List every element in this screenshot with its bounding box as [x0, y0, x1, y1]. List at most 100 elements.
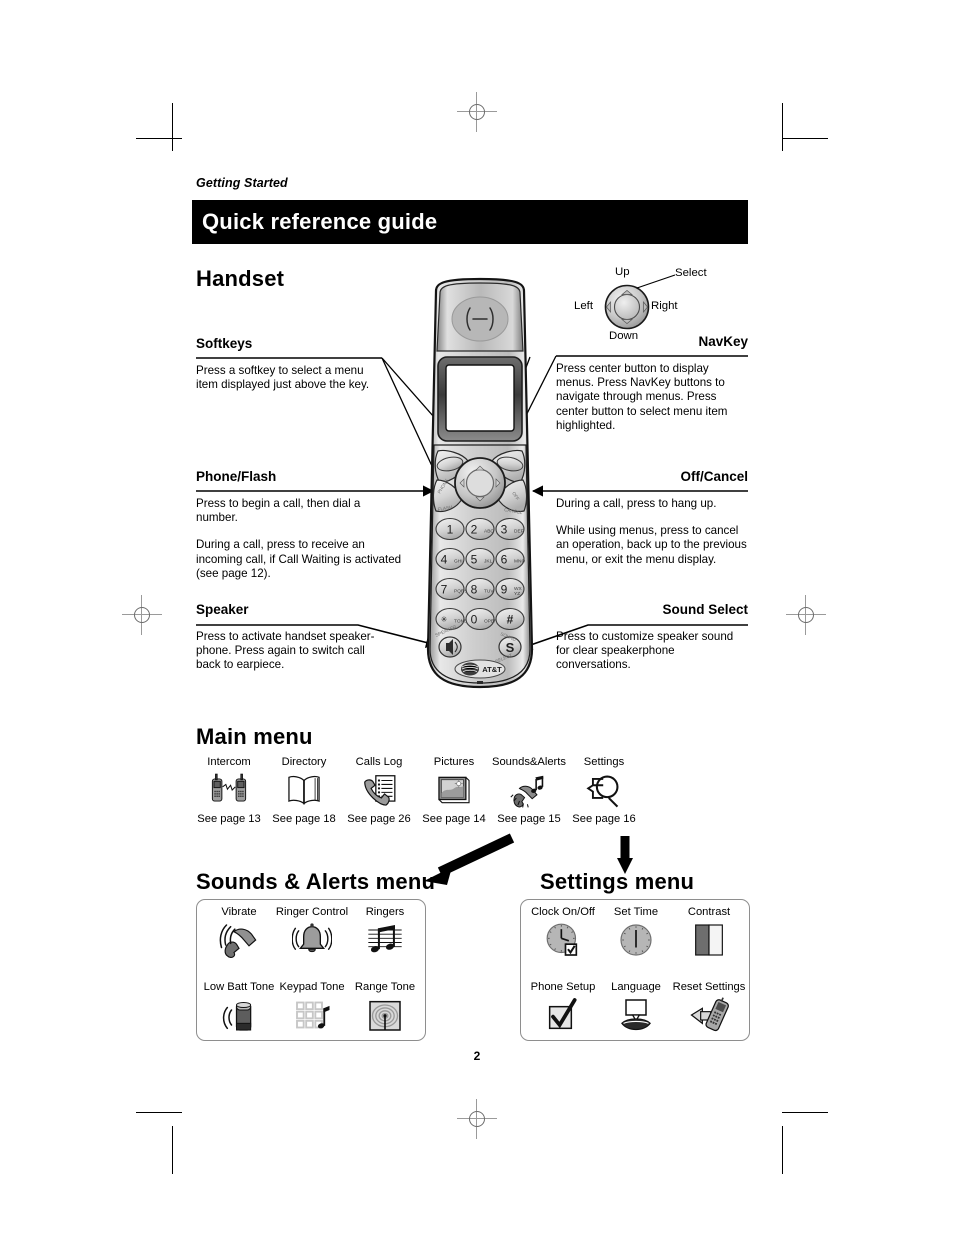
svg-text:ABC: ABC — [484, 529, 494, 535]
callout-speaker-text-1: Press to activate handset speaker-phone.… — [196, 630, 375, 672]
keypad-tone-icon — [296, 1001, 330, 1029]
crop-mark-top-left-h — [136, 138, 182, 139]
navkey-label-right: Right — [651, 300, 678, 312]
settings-menu-item-label: Contrast — [687, 906, 731, 918]
settings-menu-box: Clock On/Off Set Time Contrast Phone Set… — [520, 899, 750, 1041]
callout-phone-flash-heading: Phone/Flash — [196, 469, 277, 484]
callout-off-cancel: Off/Cancel During a call, press to hang … — [556, 469, 748, 567]
callout-speaker: Speaker Press to activate handset speake… — [196, 602, 392, 673]
main-menu-item[interactable]: Settings See page 16 — [558, 756, 650, 825]
svg-text:0: 0 — [471, 613, 478, 627]
svg-text:✳: ✳ — [441, 615, 448, 624]
crop-mark-bottom-left-v — [172, 1126, 173, 1174]
svg-text:1: 1 — [447, 523, 454, 537]
sounds-alerts-icon — [510, 775, 544, 808]
section-title-settings-menu: Settings menu — [540, 869, 695, 894]
sounds-alerts-menu-item[interactable]: Ringers — [342, 906, 428, 966]
svg-text:5: 5 — [471, 553, 478, 567]
registration-mark-right — [786, 595, 826, 635]
pictures-icon — [438, 776, 470, 804]
svg-text:MNO: MNO — [514, 559, 525, 565]
callout-sound-select-heading: Sound Select — [662, 602, 748, 617]
sounds-alerts-menu-item-icon-wrap — [342, 995, 428, 1041]
range-tone-icon — [369, 1000, 401, 1031]
svg-text:#: # — [507, 613, 514, 627]
svg-text:JKL: JKL — [484, 559, 493, 565]
crop-mark-top-right-v — [782, 103, 783, 151]
settings-menu-item-icon-wrap — [666, 995, 752, 1041]
section-title-sounds-menu: Sounds & Alerts menu — [196, 869, 436, 894]
main-menu-item-page-ref: See page 16 — [572, 813, 636, 825]
section-title-main-menu: Main menu — [196, 724, 313, 749]
svg-text:4: 4 — [441, 553, 448, 567]
crop-mark-bottom-right-v — [782, 1126, 783, 1174]
handset-brand-text: AT&T — [482, 665, 502, 674]
callout-off-cancel-heading: Off/Cancel — [680, 469, 748, 484]
navkey-label-up: Up — [615, 266, 630, 278]
page-title-bar: Quick reference guide — [192, 200, 748, 244]
crop-mark-bottom-right-h — [782, 1112, 828, 1113]
svg-text:6: 6 — [501, 553, 508, 567]
section-title-handset: Handset — [196, 266, 285, 291]
settings-menu-item-label: Reset Settings — [672, 981, 746, 993]
ringers-icon — [368, 925, 402, 953]
callout-sound-select-text-1: Press to customize speaker sound for cle… — [556, 630, 734, 672]
sounds-alerts-menu-item[interactable]: Range Tone — [342, 981, 428, 1041]
callout-phone-flash: Phone/Flash Press to begin a call, then … — [196, 469, 402, 581]
svg-text:3: 3 — [501, 523, 508, 537]
callout-phone-flash-text-2: During a call, press to receive an incom… — [196, 538, 402, 580]
page-canvas: Getting Started Quick reference guide Ha… — [0, 0, 954, 1235]
callout-off-cancel-text-2: While using menus, press to cancel an op… — [556, 524, 747, 566]
intercom-icon — [211, 773, 247, 802]
callout-navkey-heading: NavKey — [698, 334, 748, 349]
crop-mark-top-right-h — [782, 138, 828, 139]
callout-speaker-heading: Speaker — [196, 602, 249, 617]
set-time-icon — [620, 924, 652, 956]
running-head: Getting Started — [196, 176, 288, 190]
callout-phone-flash-text-1: Press to begin a call, then dial a numbe… — [196, 497, 361, 525]
sounds-alerts-menu-box: Vibrate Ringer Control Ringers Low Batt … — [196, 899, 426, 1041]
directory-icon — [288, 775, 320, 805]
crop-mark-top-left-v — [172, 103, 173, 151]
crop-mark-bottom-left-h — [136, 1112, 182, 1113]
settings-menu-item[interactable]: Contrast — [666, 906, 752, 966]
svg-text:9: 9 — [501, 583, 508, 597]
callout-sound-select: Sound Select Press to customize speaker … — [556, 602, 748, 673]
registration-mark-bottom — [457, 1099, 497, 1139]
registration-mark-left — [122, 595, 162, 635]
page-number: 2 — [473, 1049, 481, 1063]
contrast-icon — [695, 924, 723, 956]
calls-log-icon — [364, 775, 396, 806]
handset-artwork: PHONE FLASH OFF CANCEL 1 2 ABC 3 DEF4 GHI 5 JKL… — [426, 277, 534, 689]
phone-setup-icon — [548, 998, 577, 1030]
settings-icon — [586, 775, 619, 808]
main-menu-icon-row: Intercom See page 13 Directory See page … — [196, 756, 656, 832]
vibrate-icon — [219, 924, 257, 958]
language-icon — [621, 999, 651, 1031]
reset-settings-icon — [690, 997, 729, 1032]
settings-menu-item-icon-wrap — [666, 920, 752, 966]
callout-navkey: NavKey Press center button to display me… — [556, 334, 748, 433]
svg-text:TUV: TUV — [484, 589, 494, 595]
main-menu-item-icon-wrap — [558, 771, 650, 811]
callout-navkey-text-1: Press center button to display menus. Pr… — [556, 362, 728, 432]
sounds-alerts-menu-item-label: Range Tone — [354, 981, 416, 993]
svg-text:DEF: DEF — [514, 529, 524, 535]
callout-softkeys-heading: Softkeys — [196, 336, 253, 351]
svg-text:7: 7 — [441, 583, 448, 597]
svg-text:GHI: GHI — [454, 559, 463, 565]
svg-text:WX: WX — [514, 586, 523, 592]
callout-softkeys: Softkeys Press a softkey to select a men… — [196, 336, 388, 392]
svg-text:2: 2 — [471, 523, 478, 537]
page-title: Quick reference guide — [202, 209, 438, 234]
clock-on-off-icon — [546, 923, 578, 956]
callout-off-cancel-text-1: During a call, press to hang up. — [556, 497, 717, 510]
navkey-label-select: Select — [675, 267, 707, 279]
navkey-label-left: Left — [574, 300, 593, 312]
sounds-alerts-menu-item-label: Ringers — [365, 906, 405, 918]
svg-text:TONE: TONE — [454, 619, 467, 625]
settings-menu-item[interactable]: Reset Settings — [666, 981, 752, 1041]
ringer-control-icon — [292, 923, 332, 953]
svg-text:8: 8 — [471, 583, 478, 597]
main-menu-item-label: Settings — [583, 756, 625, 768]
